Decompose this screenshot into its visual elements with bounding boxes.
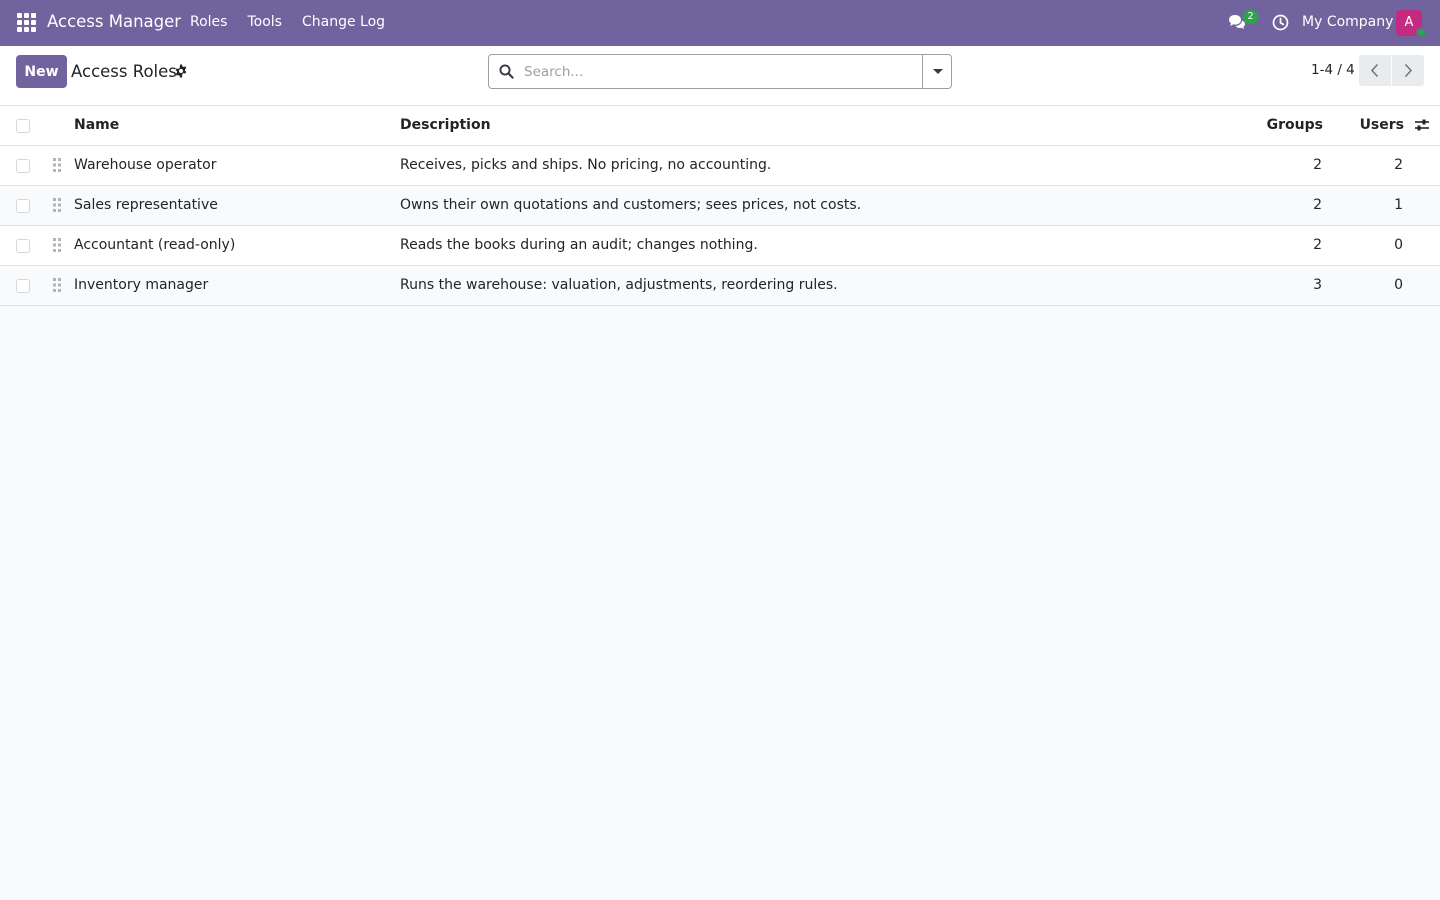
column-header-description[interactable]: Description [400, 117, 491, 133]
cell-groups: 3 [1313, 277, 1322, 293]
menu-item-tools[interactable]: Tools [247, 14, 282, 30]
chevron-left-icon [1370, 63, 1379, 78]
cell-description: Receives, picks and ships. No pricing, n… [400, 157, 772, 173]
column-header-name[interactable]: Name [74, 117, 119, 133]
cell-name: Sales representative [74, 197, 218, 213]
caret-down-icon [933, 69, 943, 74]
cell-users: 1 [1394, 197, 1403, 213]
apps-grid-icon[interactable] [17, 13, 36, 32]
clock-icon[interactable] [1272, 14, 1289, 31]
optional-columns-icon[interactable] [1414, 117, 1430, 133]
list-header: Name Description Groups Users [0, 106, 1440, 146]
cell-name: Warehouse operator [74, 157, 217, 173]
table-row[interactable]: Accountant (read-only) Reads the books d… [0, 226, 1440, 266]
cell-description: Runs the warehouse: valuation, adjustmen… [400, 277, 838, 293]
app-brand[interactable]: Access Manager [47, 12, 181, 31]
table-row[interactable]: Inventory manager Runs the warehouse: va… [0, 266, 1440, 306]
cell-users: 2 [1394, 157, 1403, 173]
cell-groups: 2 [1313, 197, 1322, 213]
search-options-toggle[interactable] [922, 55, 951, 88]
column-header-groups[interactable]: Groups [1267, 117, 1323, 133]
main-menu: Roles Tools Change Log [190, 14, 405, 30]
table-row[interactable]: Warehouse operator Receives, picks and s… [0, 146, 1440, 186]
menu-item-change-log[interactable]: Change Log [302, 14, 385, 30]
search-bar [488, 54, 952, 89]
top-navbar: Access Manager Roles Tools Change Log 2 … [0, 0, 1440, 46]
roles-list: Name Description Groups Users Warehouse … [0, 106, 1440, 306]
control-panel: New Access Roles 1-4 / 4 [0, 46, 1440, 106]
drag-handle-icon[interactable] [53, 158, 61, 172]
online-status-dot [1416, 27, 1427, 38]
page-title: Access Roles [71, 62, 177, 81]
table-row[interactable]: Sales representative Owns their own quot… [0, 186, 1440, 226]
drag-handle-icon[interactable] [53, 198, 61, 212]
menu-item-roles[interactable]: Roles [190, 14, 227, 30]
gear-icon[interactable] [174, 64, 188, 78]
cell-groups: 2 [1313, 237, 1322, 253]
row-checkbox[interactable] [16, 239, 30, 253]
pager-previous-button[interactable] [1359, 55, 1391, 86]
cell-description: Reads the books during an audit; changes… [400, 237, 758, 253]
search-input[interactable] [524, 55, 914, 88]
search-icon [499, 64, 514, 79]
row-checkbox[interactable] [16, 199, 30, 213]
cell-name: Accountant (read-only) [74, 237, 236, 253]
cell-users: 0 [1394, 237, 1403, 253]
drag-handle-icon[interactable] [53, 238, 61, 252]
row-checkbox[interactable] [16, 279, 30, 293]
cell-description: Owns their own quotations and customers;… [400, 197, 862, 213]
column-header-users[interactable]: Users [1360, 117, 1404, 133]
cell-groups: 2 [1313, 157, 1322, 173]
company-switcher[interactable]: My Company [1302, 14, 1393, 30]
cell-users: 0 [1394, 277, 1403, 293]
pager-value[interactable]: 1-4 / 4 [1311, 62, 1355, 78]
chat-counter-badge: 2 [1243, 10, 1258, 24]
select-all-checkbox[interactable] [16, 119, 30, 133]
new-button[interactable]: New [16, 55, 67, 88]
cell-name: Inventory manager [74, 277, 209, 293]
drag-handle-icon[interactable] [53, 278, 61, 292]
pager-next-button[interactable] [1392, 55, 1424, 86]
chevron-right-icon [1404, 63, 1413, 78]
row-checkbox[interactable] [16, 159, 30, 173]
